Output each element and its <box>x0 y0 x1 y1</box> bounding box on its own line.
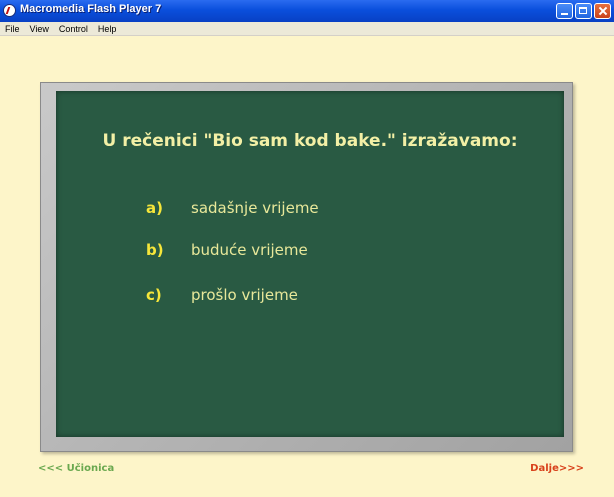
minimize-button[interactable] <box>556 3 573 19</box>
answer-text: prošlo vrijeme <box>191 286 298 304</box>
menu-help[interactable]: Help <box>96 23 119 35</box>
next-link[interactable]: Dalje>>> <box>530 463 584 474</box>
window-title: Macromedia Flash Player 7 <box>20 3 162 15</box>
menu-file[interactable]: File <box>3 23 22 35</box>
back-to-classroom-link[interactable]: <<< Učionica <box>38 463 114 474</box>
maximize-button[interactable] <box>575 3 592 19</box>
menu-bar: File View Control Help <box>0 22 614 36</box>
question-text: U rečenici "Bio sam kod bake." izražavam… <box>102 131 518 151</box>
flash-player-icon[interactable] <box>3 4 16 17</box>
answer-letter: b) <box>146 241 164 259</box>
answer-option-b[interactable]: b) buduće vrijeme <box>146 241 308 259</box>
answer-text: sadašnje vrijeme <box>191 199 319 217</box>
menu-view[interactable]: View <box>28 23 51 35</box>
answer-option-a[interactable]: a) sadašnje vrijeme <box>146 199 319 217</box>
window-controls <box>556 3 611 19</box>
title-bar[interactable]: Macromedia Flash Player 7 <box>0 0 614 22</box>
answer-text: buduće vrijeme <box>191 241 308 259</box>
menu-control[interactable]: Control <box>57 23 90 35</box>
chalkboard: U rečenici "Bio sam kod bake." izražavam… <box>56 91 564 437</box>
answer-option-c[interactable]: c) prošlo vrijeme <box>146 286 298 304</box>
close-button[interactable] <box>594 3 611 19</box>
answer-letter: a) <box>146 199 163 217</box>
answer-letter: c) <box>146 286 162 304</box>
